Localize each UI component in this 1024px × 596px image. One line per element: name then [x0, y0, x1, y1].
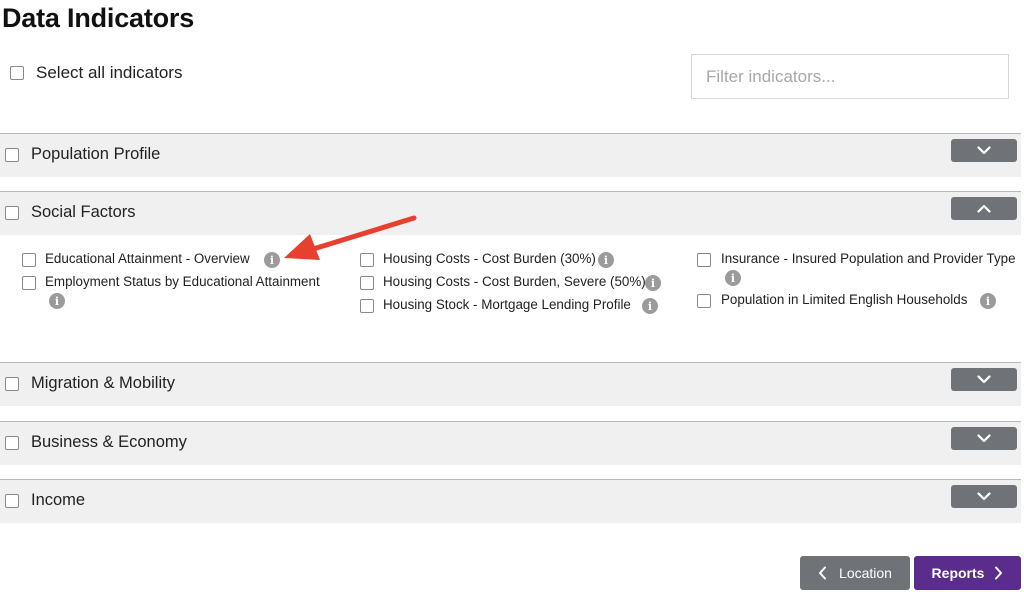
section-label[interactable]: Business & Economy — [31, 433, 187, 452]
section-checkbox[interactable] — [5, 206, 19, 220]
chevron-down-icon — [977, 492, 991, 501]
indicator-checkbox[interactable] — [22, 276, 36, 290]
indicator-label[interactable]: Employment Status by Educational Attainm… — [45, 274, 320, 289]
back-location-button[interactable]: Location — [800, 556, 910, 590]
section-social-factors: Social Factors — [0, 191, 1021, 235]
info-icon[interactable]: i — [642, 298, 658, 314]
info-icon[interactable]: i — [725, 270, 741, 286]
section-checkbox[interactable] — [5, 148, 19, 162]
section-migration-mobility: Migration & Mobility — [0, 362, 1021, 406]
expand-button[interactable] — [951, 139, 1017, 162]
indicator-checkbox[interactable] — [360, 276, 374, 290]
collapse-button[interactable] — [951, 197, 1017, 220]
chevron-down-icon — [977, 146, 991, 155]
chevron-right-icon — [995, 566, 1003, 580]
back-button-label: Location — [839, 565, 892, 581]
annotation-arrow — [284, 215, 417, 260]
section-checkbox[interactable] — [5, 436, 19, 450]
expand-button[interactable] — [951, 368, 1017, 391]
chevron-down-icon — [977, 375, 991, 384]
indicator-label[interactable]: Housing Stock - Mortgage Lending Profile — [383, 297, 631, 312]
chevron-up-icon — [977, 204, 991, 213]
indicator-label[interactable]: Insurance - Insured Population and Provi… — [721, 251, 1016, 266]
section-income: Income — [0, 479, 1021, 523]
filter-input[interactable] — [691, 54, 1009, 99]
section-label[interactable]: Income — [31, 491, 85, 510]
section-checkbox[interactable] — [5, 494, 19, 508]
info-icon[interactable]: i — [645, 275, 661, 291]
section-label[interactable]: Social Factors — [31, 203, 136, 222]
select-all-label[interactable]: Select all indicators — [36, 63, 182, 83]
chevron-down-icon — [977, 434, 991, 443]
page-title: Data Indicators — [2, 3, 195, 33]
section-label[interactable]: Migration & Mobility — [31, 374, 175, 393]
indicator-checkbox[interactable] — [697, 253, 711, 267]
indicator-checkbox[interactable] — [22, 253, 36, 267]
next-reports-button[interactable]: Reports — [914, 556, 1021, 590]
indicator-label[interactable]: Educational Attainment - Overview — [45, 251, 250, 266]
section-population-profile: Population Profile — [0, 133, 1021, 177]
info-icon[interactable]: i — [264, 252, 280, 268]
info-icon[interactable]: i — [980, 293, 996, 309]
expand-button[interactable] — [951, 427, 1017, 450]
expand-button[interactable] — [951, 485, 1017, 508]
indicator-checkbox[interactable] — [697, 294, 711, 308]
select-all-checkbox[interactable] — [10, 66, 24, 80]
info-icon[interactable]: i — [49, 293, 65, 309]
indicator-label[interactable]: Population in Limited English Households — [721, 292, 967, 307]
section-business-economy: Business & Economy — [0, 421, 1021, 465]
info-icon[interactable]: i — [598, 252, 614, 268]
section-label[interactable]: Population Profile — [31, 145, 160, 164]
next-button-label: Reports — [931, 565, 985, 581]
indicator-label[interactable]: Housing Costs - Cost Burden, Severe (50%… — [383, 274, 646, 289]
indicator-checkbox[interactable] — [360, 299, 374, 313]
chevron-left-icon — [819, 566, 827, 580]
section-checkbox[interactable] — [5, 377, 19, 391]
